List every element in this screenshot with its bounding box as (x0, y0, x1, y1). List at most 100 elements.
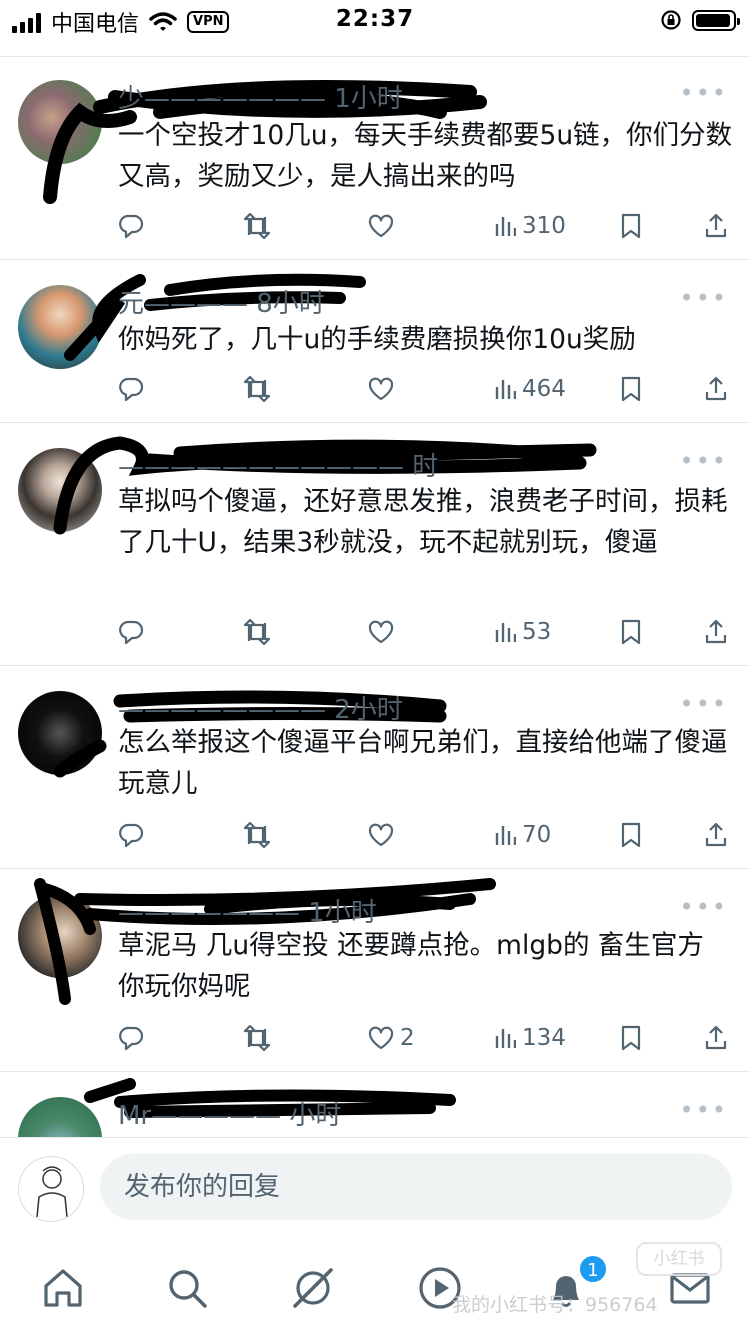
avatar[interactable] (18, 80, 102, 164)
share-button[interactable] (704, 614, 728, 650)
views-count: 53 (522, 619, 552, 645)
reply-button[interactable] (118, 1020, 150, 1056)
reply-button[interactable] (118, 371, 150, 407)
like-button[interactable]: 2 (368, 1020, 415, 1056)
bookmark-button[interactable] (620, 371, 642, 407)
tweet-text: 怎么举报这个傻逼平台啊兄弟们，直接给他端了傻逼玩意儿 (118, 727, 728, 799)
tweet-handle[interactable]: ———————— 2小时 (118, 689, 403, 726)
bookmark-icon (621, 822, 641, 848)
my-avatar[interactable] (18, 1156, 84, 1222)
heart-icon (368, 377, 394, 401)
share-button[interactable] (704, 371, 728, 407)
reply-icon (119, 1026, 144, 1051)
reply-icon (119, 377, 144, 402)
more-icon[interactable]: ••• (680, 690, 728, 718)
retweet-icon (243, 376, 271, 402)
like-button[interactable] (368, 614, 400, 650)
views-icon (495, 826, 516, 845)
retweet-button[interactable] (242, 817, 278, 853)
heart-icon (368, 620, 394, 644)
tab-search[interactable] (157, 1258, 217, 1318)
share-icon (705, 619, 727, 644)
watermark-text: 我的小红书号：956764 (452, 1294, 658, 1316)
search-icon (169, 1270, 207, 1308)
avatar[interactable] (18, 691, 102, 775)
reply-icon (119, 823, 144, 848)
tweet-text: 草拟吗个傻逼，还好意思发推，浪费老子时间，损耗了几十U，结果3秒就没，玩不起就别… (118, 486, 728, 558)
views-button[interactable]: 70 (494, 817, 551, 853)
more-icon[interactable]: ••• (680, 893, 728, 921)
more-icon[interactable]: ••• (680, 447, 728, 475)
tweet-actions: 310 (118, 208, 736, 244)
tweet-text: 你妈死了，几十u的手续费磨损换你10u奖励 (118, 324, 636, 355)
reply-feed[interactable]: 少——————— 1小时 ••• 一个空投才10几u，每天手续费都要5u链，你们… (0, 57, 750, 1137)
retweet-icon (243, 619, 271, 645)
user-avatar-icon (36, 1166, 68, 1218)
tweet[interactable]: ——————————— 时 ••• 草拟吗个傻逼，还好意思发推，浪费老子时间，损… (0, 423, 750, 666)
views-button[interactable]: 53 (494, 614, 551, 650)
tweet-text: 一个空投才10几u，每天手续费都要5u链，你们分数又高，奖励又少，是人搞出来的吗 (118, 120, 733, 192)
reply-button[interactable] (118, 208, 150, 244)
reply-button[interactable] (118, 817, 150, 853)
tab-grok[interactable] (283, 1258, 343, 1318)
bookmark-button[interactable] (620, 817, 642, 853)
heart-icon (368, 214, 394, 238)
retweet-button[interactable] (242, 614, 278, 650)
like-button[interactable] (368, 371, 400, 407)
tweet-handle[interactable]: ——————————— 时 (118, 446, 438, 483)
share-button[interactable] (704, 208, 728, 244)
like-button[interactable] (368, 208, 400, 244)
tweet-handle[interactable]: ——————— 1小时 (118, 892, 377, 929)
retweet-icon (243, 213, 271, 239)
like-count: 2 (400, 1025, 415, 1051)
grok-icon (293, 1268, 333, 1308)
reply-input[interactable]: 发布你的回复 (100, 1154, 732, 1220)
status-bar: 中国电信 VPN 22:37 (0, 0, 750, 42)
views-icon (495, 1029, 516, 1048)
bookmark-button[interactable] (620, 1020, 642, 1056)
bookmark-icon (621, 619, 641, 645)
avatar[interactable] (18, 894, 102, 978)
tweet-handle[interactable]: Mr————— 小时 (118, 1095, 341, 1132)
heart-icon (368, 823, 394, 847)
bookmark-button[interactable] (620, 614, 642, 650)
battery-icon (692, 9, 740, 31)
avatar[interactable] (18, 448, 102, 532)
views-button[interactable]: 134 (494, 1020, 566, 1056)
views-icon (495, 380, 516, 399)
views-button[interactable]: 464 (494, 371, 566, 407)
watermark-logo: 小红书 (636, 1242, 722, 1276)
tweet-handle[interactable]: 少——————— 1小时 (118, 78, 403, 115)
bookmark-icon (621, 1025, 641, 1051)
tweet-text: 草泥马 几u得空投 还要蹲点抢。mlgb的 畜生官方 你玩你妈呢 (118, 930, 704, 1002)
retweet-button[interactable] (242, 1020, 278, 1056)
tweet[interactable]: 元———— 8小时 ••• 你妈死了，几十u的手续费磨损换你10u奖励 464 (0, 260, 750, 423)
tweet-actions: 464 (118, 371, 736, 407)
more-icon[interactable]: ••• (680, 284, 728, 312)
share-button[interactable] (704, 817, 728, 853)
more-icon[interactable]: ••• (680, 1096, 728, 1124)
views-count: 134 (522, 1025, 566, 1051)
more-icon[interactable]: ••• (680, 79, 728, 107)
like-button[interactable] (368, 817, 400, 853)
reply-icon (119, 620, 144, 645)
retweet-button[interactable] (242, 208, 278, 244)
views-count: 310 (522, 213, 566, 239)
tweet[interactable]: 少——————— 1小时 ••• 一个空投才10几u，每天手续费都要5u链，你们… (0, 57, 750, 260)
tweet-handle[interactable]: 元———— 8小时 (118, 283, 325, 320)
tab-home[interactable] (33, 1258, 93, 1318)
reply-button[interactable] (118, 614, 150, 650)
avatar[interactable] (18, 1097, 102, 1137)
reply-icon (119, 214, 144, 239)
retweet-icon (243, 822, 271, 848)
share-button[interactable] (704, 1020, 728, 1056)
tweet[interactable]: ——————— 1小时 ••• 草泥马 几u得空投 还要蹲点抢。mlgb的 畜生… (0, 869, 750, 1072)
tweet[interactable]: Mr————— 小时 ••• (0, 1072, 750, 1137)
views-button[interactable]: 310 (494, 208, 566, 244)
share-icon (705, 1025, 727, 1050)
tweet[interactable]: ———————— 2小时 ••• 怎么举报这个傻逼平台啊兄弟们，直接给他端了傻逼… (0, 666, 750, 869)
avatar[interactable] (18, 285, 102, 369)
retweet-button[interactable] (242, 371, 278, 407)
bookmark-button[interactable] (620, 208, 642, 244)
status-right (660, 9, 740, 31)
